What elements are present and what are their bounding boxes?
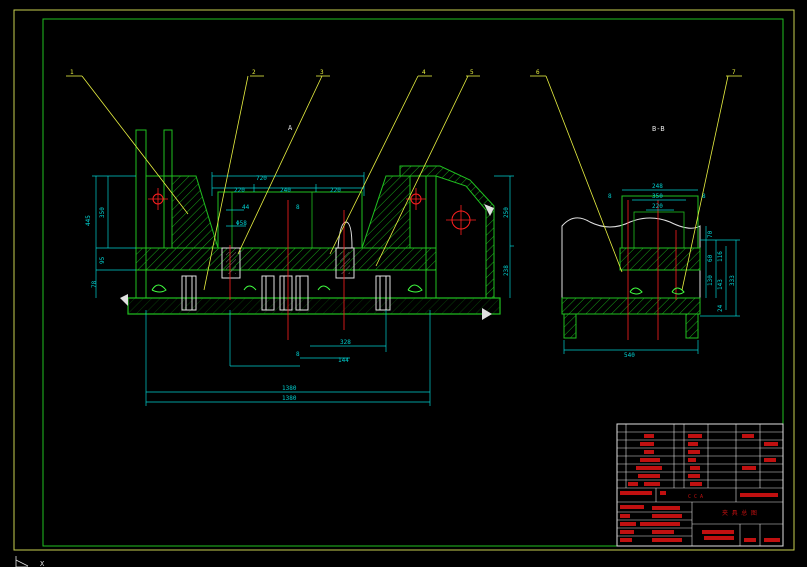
- dim-238: 238: [503, 265, 510, 276]
- side-hatched-block: [619, 247, 701, 271]
- side-foot-left: [563, 313, 577, 339]
- right-post: [425, 175, 437, 299]
- front-dimensions: [92, 172, 514, 406]
- balloon-4: 4: [422, 69, 426, 76]
- balloon-7: 7: [732, 69, 736, 76]
- dim-phi58: Φ58: [236, 220, 247, 227]
- inner-frame: [42, 18, 784, 547]
- dim-333: 333: [729, 275, 736, 286]
- dim-24: 24: [717, 304, 724, 312]
- title-small-label: C C A: [688, 494, 703, 500]
- ucs-axis-icon: [15, 556, 29, 567]
- dim-95: 95: [99, 256, 106, 264]
- dim-144: 144: [338, 357, 349, 364]
- side-inner-box: [633, 211, 685, 249]
- title-block[interactable]: C C A 夹 具 总 图: [616, 423, 784, 547]
- base-plate-lower-hatch: [128, 298, 500, 314]
- front-view[interactable]: [120, 129, 501, 340]
- clamp-arm: [399, 165, 495, 299]
- dim-78: 78: [91, 280, 98, 288]
- dim-130: 130: [707, 275, 714, 286]
- dim-240: 240: [280, 187, 291, 194]
- drawing-title: 夹 具 总 图: [722, 509, 757, 517]
- left-post-2: [163, 129, 173, 249]
- dim-lower-8: 8: [296, 351, 300, 358]
- dim-250: 250: [503, 207, 510, 218]
- dim-220-left: 220: [234, 187, 245, 194]
- section-mark-a: A: [288, 124, 293, 132]
- dim-220-right: 220: [330, 187, 341, 194]
- dim-116: 116: [717, 251, 724, 262]
- balloon-3: 3: [320, 69, 324, 76]
- left-web: [145, 175, 173, 249]
- dim-44: 44: [242, 204, 250, 211]
- cad-drawing-canvas[interactable]: 720 220 240 220 44 Φ58 8 445 350 95 78 2…: [0, 0, 807, 567]
- side-dimensions: [563, 189, 740, 354]
- dim-540: 540: [624, 352, 635, 359]
- dim-side-350: 350: [652, 193, 663, 200]
- lower-body-band: [135, 269, 437, 299]
- dim-60: 60: [707, 254, 714, 262]
- front-dimension-text: 720 220 240 220 44 Φ58 8 445 350 95 78 2…: [85, 175, 510, 402]
- dim-side-left-8: 8: [608, 193, 612, 200]
- side-foot-right: [685, 313, 699, 339]
- dim-1380-a: 1380: [282, 385, 297, 392]
- dim-70: 70: [707, 230, 714, 238]
- balloon-6: 6: [536, 69, 540, 76]
- dim-side-220: 220: [652, 203, 663, 210]
- dim-143: 143: [717, 279, 724, 290]
- balloon-labels: 1 2 3 4 5 6 7: [70, 69, 736, 76]
- balloon-2: 2: [252, 69, 256, 76]
- dim-350: 350: [99, 207, 106, 218]
- dim-248: 248: [652, 183, 663, 190]
- balloon-5: 5: [470, 69, 474, 76]
- side-dimension-text: 248 350 220 8 8 70 116 60 130 143 333 24…: [608, 183, 736, 359]
- right-web: [409, 175, 427, 249]
- side-view[interactable]: [561, 195, 701, 340]
- left-bracket: [171, 175, 219, 249]
- end-clamp-left: [120, 294, 128, 306]
- dim-720: 720: [256, 175, 267, 182]
- dim-445: 445: [85, 215, 92, 226]
- main-body-band: [135, 247, 437, 271]
- dim-328: 328: [340, 339, 351, 346]
- left-post: [135, 129, 147, 299]
- dim-1380-b: 1380: [282, 395, 297, 402]
- side-base: [561, 297, 701, 315]
- ucs-x-label: X: [40, 560, 45, 567]
- outer-frame: [13, 9, 795, 551]
- right-bracket: [361, 175, 411, 249]
- balloon-1: 1: [70, 69, 74, 76]
- section-label-bb: B-B: [652, 125, 665, 133]
- dim-8: 8: [296, 204, 300, 211]
